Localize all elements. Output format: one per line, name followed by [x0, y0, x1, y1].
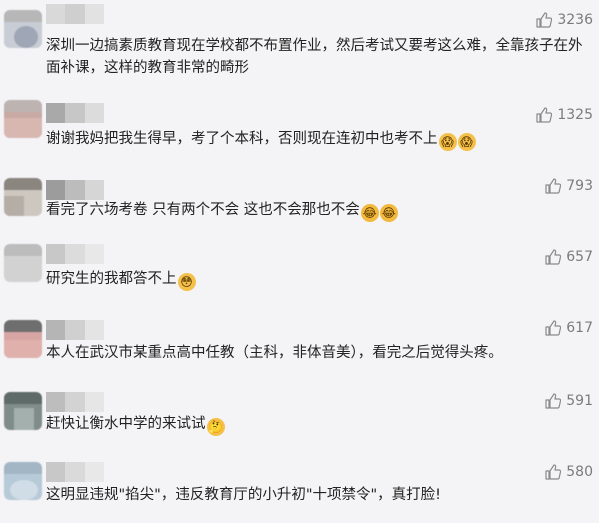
comment-text: 本人在武汉市某重点高中任教（主科，非体音美），看完之后觉得头疼。 — [46, 345, 503, 361]
thumbs-up-icon — [536, 107, 553, 123]
thumbs-up-icon — [536, 12, 553, 28]
like-button[interactable]: 657 — [545, 249, 593, 265]
avatar[interactable] — [4, 100, 42, 138]
like-button[interactable]: 793 — [545, 178, 593, 194]
laugh-cry-emoji-icon: 😂 — [379, 204, 398, 222]
like-count: 657 — [566, 249, 593, 265]
thumbs-up-icon — [545, 249, 562, 265]
like-count: 591 — [566, 393, 593, 409]
username-blurred[interactable] — [46, 103, 104, 123]
comment-text: 看完了六场考卷 只有两个不会 这也不会那也不会 😂 😂 — [46, 202, 398, 222]
avatar[interactable] — [4, 244, 42, 282]
username-blurred[interactable] — [46, 392, 104, 412]
avatar[interactable] — [4, 178, 42, 216]
thumbs-up-icon — [545, 464, 562, 480]
comment-text: 这明显违规"掐尖"，违反教育厅的小升初"十项禁令"，真打脸! — [46, 487, 441, 503]
comment-text: 谢谢我妈把我生得早，考了个本科，否则现在连初中也考不上 😱 😱 — [46, 128, 586, 151]
like-button[interactable]: 580 — [545, 464, 593, 480]
username-blurred[interactable] — [46, 244, 104, 264]
like-button[interactable]: 617 — [545, 320, 593, 336]
avatar[interactable] — [4, 10, 42, 48]
thumbs-up-icon — [545, 178, 562, 194]
thinking-emoji-icon: 🤔 — [206, 418, 225, 436]
like-button[interactable]: 3236 — [536, 12, 593, 28]
like-count: 617 — [566, 320, 593, 336]
scream-emoji-icon: 😱 — [457, 133, 476, 151]
laugh-cry-emoji-icon: 😂 — [360, 204, 379, 222]
like-count: 793 — [566, 178, 593, 194]
scream-emoji-icon: 😱 — [438, 133, 457, 151]
thumbs-up-icon — [545, 320, 562, 336]
avatar[interactable] — [4, 320, 42, 358]
comment-text: 赶快让衡水中学的来试试 🤔 — [46, 416, 225, 436]
username-blurred[interactable] — [46, 4, 104, 24]
username-blurred[interactable] — [46, 462, 104, 482]
like-button[interactable]: 591 — [545, 393, 593, 409]
username-blurred[interactable] — [46, 320, 104, 340]
like-count: 1325 — [557, 107, 593, 123]
flushed-emoji-icon: 😳 — [177, 273, 196, 291]
like-button[interactable]: 1325 — [536, 107, 593, 123]
avatar[interactable] — [4, 462, 42, 500]
comment-text: 研究生的我都答不上 😳 — [46, 268, 586, 291]
like-count: 3236 — [557, 12, 593, 28]
like-count: 580 — [566, 464, 593, 480]
username-blurred[interactable] — [46, 180, 104, 200]
avatar[interactable] — [4, 392, 42, 430]
comment-text: 深圳一边搞素质教育现在学校都不布置作业，然后考试又要考这么难，全靠孩子在外面补课… — [46, 38, 583, 76]
thumbs-up-icon — [545, 393, 562, 409]
